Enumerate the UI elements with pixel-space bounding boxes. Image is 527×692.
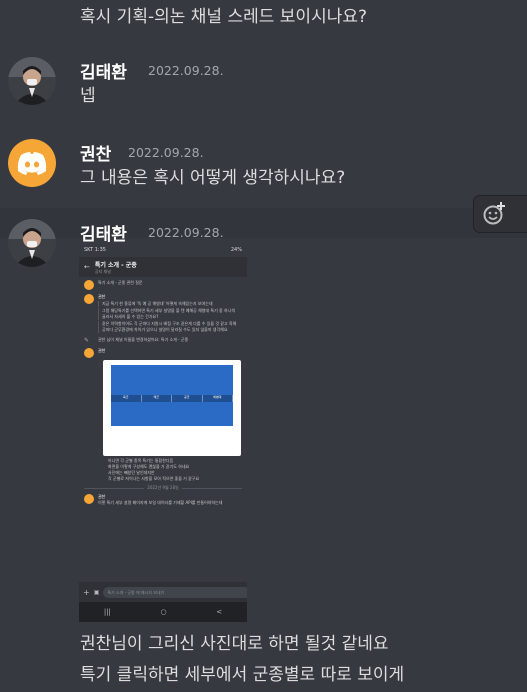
status-battery: 24% xyxy=(230,247,242,253)
thread-title: 특기 소개 - 군종 관련 질문 xyxy=(98,280,143,285)
timestamp: 2022.09.28. xyxy=(128,145,204,160)
discord-logo-icon xyxy=(17,152,47,175)
gift-icon: ▣ xyxy=(93,588,100,596)
avatar xyxy=(84,294,94,304)
message-text: 권찬님이 그리신 사진대로 하면 될것 같네요 xyxy=(80,634,389,654)
android-nav-bar: ||| ○ < xyxy=(79,602,247,622)
message-text: 각 군별로 저이나는 사항을 모아 적으면 좋을 거 같구요 xyxy=(108,476,200,481)
avatar xyxy=(84,348,94,358)
timestamp: 2022.09.28. xyxy=(148,225,224,240)
message-text: 지금 특기 한 종류에 '독 예 공 해병대' 어떻게 속해있는지 보여는데 xyxy=(98,301,238,307)
back-icon: < xyxy=(216,608,223,616)
message-text: 혹시 기획-의논 채널 스레드 보이시나요? xyxy=(80,7,368,27)
avatar xyxy=(84,280,94,290)
tab-navy: 해군 xyxy=(142,395,172,402)
phone-channel-header: ← 특기 소개 - 군종 공지 채널 xyxy=(79,257,247,277)
username[interactable]: 권찬 xyxy=(80,140,111,165)
username: 권찬 xyxy=(98,348,106,353)
message-text: 같은 이력항이어도 각 군마다 지원시 배점 구조 같은게 다를 수 있을 것 … xyxy=(98,321,238,333)
message-text: 그 내용은 혹시 어떻게 생각하시나요? xyxy=(80,168,346,188)
username[interactable]: 김태환 xyxy=(80,58,127,83)
username[interactable]: 김태환 xyxy=(80,220,127,245)
user-photo-icon xyxy=(8,219,56,267)
phone-status-bar: SKT 1:35 24% xyxy=(79,246,247,257)
tab-army: 육군 xyxy=(111,395,142,402)
timestamp: 2022.09.28. xyxy=(148,63,224,78)
pencil-icon: ✎ xyxy=(84,337,90,344)
status-time: SKT 1:35 xyxy=(84,247,106,253)
message-input-bar: + ▣ 특기 소개 - 군종 에 메시지 보내기 xyxy=(79,582,247,602)
plus-icon: + xyxy=(83,587,90,597)
add-reaction-button[interactable] xyxy=(474,196,527,232)
tab-airforce: 공군 xyxy=(172,395,203,402)
add-reaction-icon xyxy=(483,202,505,225)
system-message: 권찬 님이 채널 이름을 변경하셨어요: 특기 소개 - 군종 xyxy=(98,337,189,342)
channel-title: 특기 소개 - 군종 xyxy=(94,261,137,269)
message-text: 그럼 해당특기를 선택하면 특기 세부 설명을 볼 텐 예해공 해병대 특기 중… xyxy=(98,308,238,320)
avatar[interactable] xyxy=(8,57,56,105)
home-icon: ○ xyxy=(160,608,167,616)
tab-marines: 해병대 xyxy=(203,395,233,402)
back-arrow-icon: ← xyxy=(84,263,90,271)
date-divider: 2022년 9월 28일 xyxy=(147,485,179,490)
message-text: 이렇 특기 세부 설명 페이지에 보일 데이터를 기재할 API를 만들어야하는… xyxy=(98,500,223,505)
image-attachment: 육군 해군 공군 해병대 xyxy=(103,360,241,456)
user-photo-icon xyxy=(8,57,56,105)
image-attachment[interactable]: SKT 1:35 24% ← 특기 소개 - 군종 공지 채널 특기 소개 - … xyxy=(79,246,247,622)
username: 권찬 xyxy=(98,294,106,299)
recent-apps-icon: ||| xyxy=(103,608,111,616)
channel-subtitle: 공지 채널 xyxy=(94,268,111,274)
avatar[interactable] xyxy=(8,219,56,267)
message-text: 넵 xyxy=(80,86,96,106)
message-input: 특기 소개 - 군종 에 메시지 보내기 xyxy=(103,586,247,598)
avatar xyxy=(84,494,94,504)
avatar[interactable] xyxy=(8,139,56,187)
message-text: 특기 클릭하면 세부에서 군종별로 따로 보이게 xyxy=(80,665,405,685)
